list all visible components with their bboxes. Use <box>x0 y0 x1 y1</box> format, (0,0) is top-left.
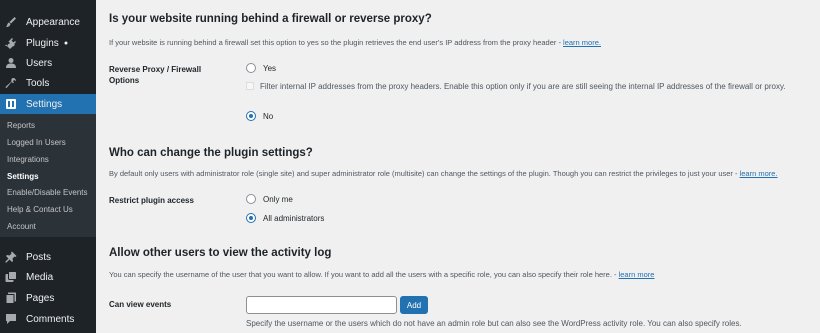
settings-submenu: Reports Logged In Users Integrations Set… <box>0 114 96 237</box>
section-desc-proxy: If your website is running behind a fire… <box>109 38 601 47</box>
menu-item-pages[interactable]: Pages <box>0 288 96 308</box>
settings-content: Is your website running behind a firewal… <box>96 0 820 333</box>
radio-label: No <box>263 111 274 121</box>
menu-item-label: Appearance <box>26 16 80 28</box>
menu-item-label: Media <box>26 271 54 283</box>
menu-item-tools[interactable]: Tools <box>0 73 96 93</box>
comment-icon <box>5 313 17 325</box>
submenu-item-enable-disable-events[interactable]: Enable/Disable Events <box>7 186 88 200</box>
access-only-me-option[interactable]: Only me <box>246 194 293 204</box>
desc-text: If your website is running behind a fire… <box>109 38 561 47</box>
proxy-yes-option[interactable]: Yes <box>246 63 276 73</box>
admin-sidebar: Appearance Plugins ● Users Tools Setting… <box>0 0 96 333</box>
field-label-proxy: Reverse Proxy / Firewall Options <box>109 65 202 85</box>
media-icon <box>5 271 17 283</box>
submenu-item-account[interactable]: Account <box>7 220 36 234</box>
user-icon <box>5 57 17 69</box>
menu-item-posts[interactable]: Posts <box>0 247 96 267</box>
proxy-no-option[interactable]: No <box>246 111 273 121</box>
submenu-item-reports[interactable]: Reports <box>7 119 35 133</box>
radio-label: Only me <box>263 194 293 204</box>
submenu-item-help-contact[interactable]: Help & Contact Us <box>7 203 73 217</box>
pin-icon <box>5 251 17 263</box>
field-label-access: Restrict plugin access <box>109 196 194 205</box>
menu-item-comments[interactable]: Comments <box>0 309 96 329</box>
learn-more-link[interactable]: learn more <box>619 270 655 279</box>
radio-label: All administrators <box>263 213 325 223</box>
menu-item-label: Tools <box>26 77 50 89</box>
learn-more-link[interactable]: learn more. <box>740 169 778 178</box>
section-desc-access: By default only users with administrator… <box>109 169 778 178</box>
radio-button[interactable] <box>246 194 256 204</box>
menu-item-appearance[interactable]: Appearance <box>0 12 96 32</box>
radio-button[interactable] <box>246 111 256 121</box>
filter-internal-ip-option[interactable]: Filter internal IP addresses from the pr… <box>246 81 806 93</box>
submenu-item-settings[interactable]: Settings <box>7 170 39 184</box>
menu-item-label: Posts <box>26 251 52 263</box>
section-title-proxy: Is your website running behind a firewal… <box>109 13 432 25</box>
paintbrush-icon <box>5 16 17 28</box>
wrench-icon <box>5 77 17 89</box>
menu-item-settings[interactable]: Settings <box>0 94 96 114</box>
menu-item-users[interactable]: Users <box>0 53 96 73</box>
add-user-button[interactable]: Add <box>400 296 428 314</box>
menu-item-label: Pages <box>26 292 55 304</box>
radio-button[interactable] <box>246 63 256 73</box>
section-title-access: Who can change the plugin settings? <box>109 147 313 159</box>
section-title-viewers: Allow other users to view the activity l… <box>109 247 332 259</box>
desc-text: By default only users with administrator… <box>109 169 738 178</box>
field-help-viewers: Specify the username or the users which … <box>246 319 742 328</box>
username-input[interactable] <box>246 296 397 314</box>
checkbox-label: Filter internal IP addresses from the pr… <box>260 82 786 91</box>
menu-item-label: Users <box>26 57 53 69</box>
section-desc-viewers: You can specify the username of the user… <box>109 270 654 279</box>
filter-ip-checkbox[interactable] <box>246 82 254 90</box>
menu-item-media[interactable]: Media <box>0 267 96 287</box>
menu-item-plugins[interactable]: Plugins ● <box>0 33 96 53</box>
submenu-item-logged-in-users[interactable]: Logged In Users <box>7 136 66 150</box>
menu-item-label: Comments <box>26 313 75 325</box>
pages-icon <box>5 292 17 304</box>
settings-icon <box>5 98 17 110</box>
learn-more-link[interactable]: learn more. <box>563 38 601 47</box>
field-label-viewers: Can view events <box>109 300 172 309</box>
update-badge: ● <box>63 39 69 47</box>
plugin-icon <box>5 37 17 49</box>
menu-item-label: Settings <box>26 98 63 110</box>
menu-item-label: Plugins <box>26 37 59 49</box>
submenu-item-integrations[interactable]: Integrations <box>7 153 49 167</box>
radio-button[interactable] <box>246 213 256 223</box>
access-all-admins-option[interactable]: All administrators <box>246 213 324 223</box>
radio-label: Yes <box>263 63 277 73</box>
desc-text: You can specify the username of the user… <box>109 270 617 279</box>
